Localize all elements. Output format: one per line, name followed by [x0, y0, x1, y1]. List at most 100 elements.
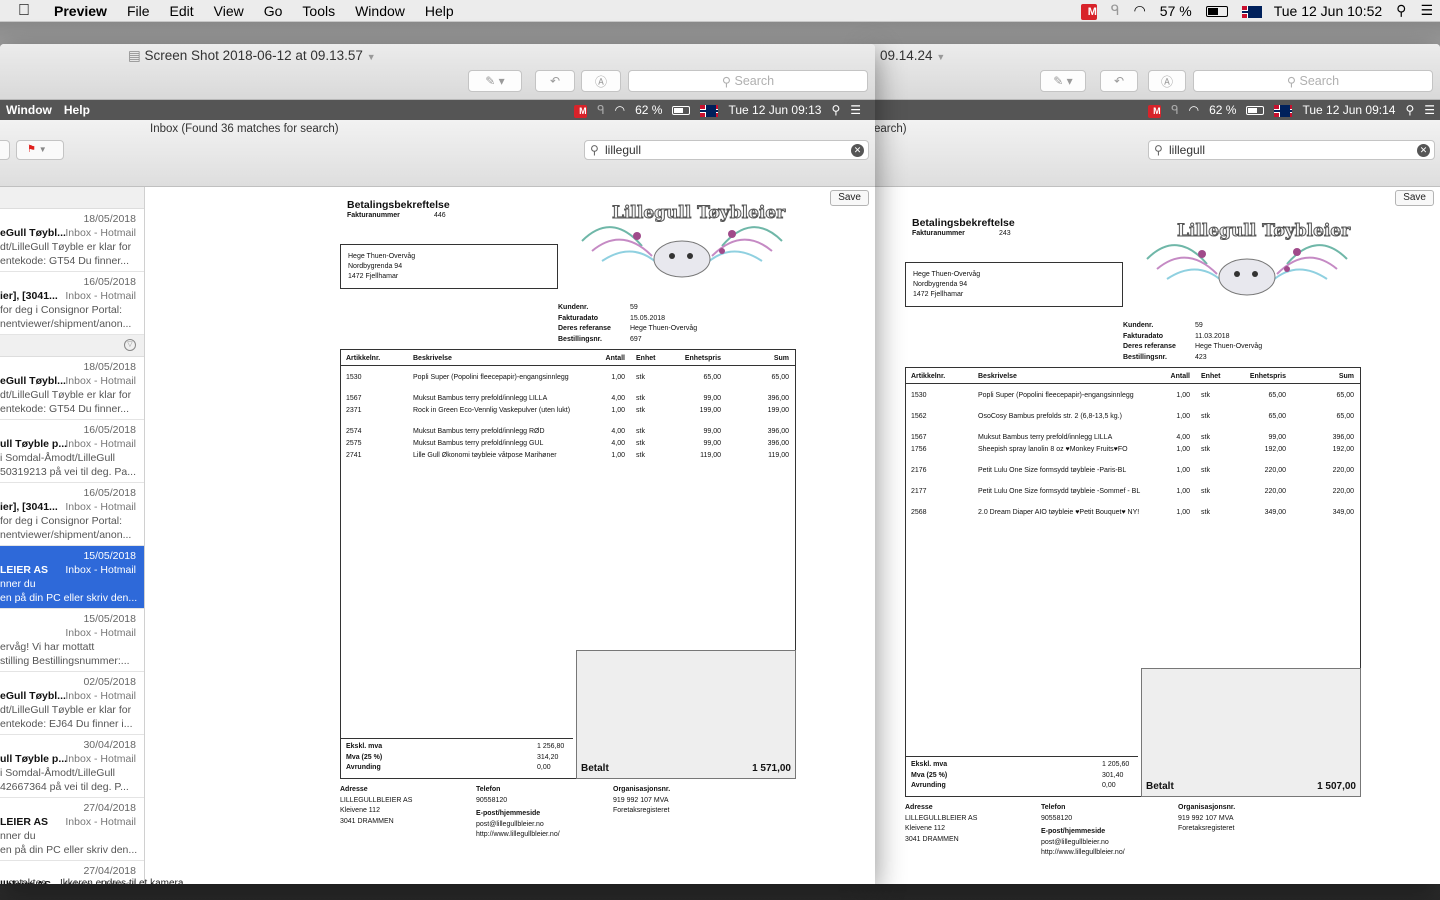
table-cell: 2176 [911, 467, 927, 474]
flag-button: ⚑ ▼ [16, 140, 64, 160]
table-cell: 1,00 [611, 374, 625, 381]
markup-button[interactable]: ✎ ▾ [1040, 70, 1086, 92]
inner-notification-icon: ☰ [1424, 103, 1435, 117]
table-row: 2177 Petit Lulu One Size formsydd tøyblei… [906, 488, 1360, 508]
message-preview-line: for deg i Consignor Portal: [0, 304, 122, 316]
menubar:  Preview File Edit View Go Tools Window… [0, 0, 1440, 22]
mail-list-item: 15/05/2018 Inbox - Hotmail ervåg! Vi har m… [0, 609, 144, 672]
inner-mail-toolbar: Inbox (Found 36 matches for search) ⚑ ▼ … [0, 120, 875, 187]
clock[interactable]: Tue 12 Jun 10:52 [1267, 3, 1389, 19]
message-preview-line: nentviewer/shipment/anon... [0, 529, 132, 541]
inner-flag-icon [695, 103, 723, 117]
inner-mcafee-icon: M [569, 103, 592, 118]
message-date: 16/05/2018 [83, 276, 136, 288]
message-preview-line: i Somdal-Åmodt/LilleGull [0, 767, 115, 779]
inner-battery-icon [1241, 103, 1269, 117]
search-field[interactable]: ⚲ Search [1193, 70, 1433, 92]
markup-circle-icon: Ⓐ [594, 74, 607, 89]
annotate-button[interactable]: Ⓐ [581, 70, 621, 92]
message-date: 27/04/2018 [83, 865, 136, 877]
menu-view[interactable]: View [204, 0, 254, 22]
footer-text: Telefon [476, 786, 501, 793]
table-cell: Lille Gull Økonomi tøybleie våtpose Mari… [413, 452, 557, 459]
message-sender: ull Tøyble p... [0, 438, 68, 450]
table-cell: 4,00 [611, 395, 625, 402]
table-cell: 4,00 [1176, 434, 1190, 441]
spotlight-icon[interactable]: ⚲ [1389, 2, 1413, 19]
rotate-button[interactable]: ↶ [535, 70, 575, 92]
inner-mail-toolbar: earch) ⚲ lillegull ✕ [870, 120, 1440, 187]
battery-icon[interactable] [1199, 3, 1235, 19]
menu-window[interactable]: Window [345, 0, 415, 22]
footer-text: http://www.lillegullbleier.no/ [1041, 849, 1125, 856]
titlebar: 09.14.24 ▼ ✎ ▾ ↶ Ⓐ ⚲ Search [870, 44, 1440, 100]
paid-amount: 1 571,00 [752, 763, 791, 774]
apple-icon[interactable]:  [0, 0, 44, 22]
window-title[interactable]: 09.14.24 ▼ [880, 48, 945, 63]
inner-clock: Tue 12 Jun 09:13 [728, 103, 822, 117]
meta-value: 697 [630, 335, 642, 343]
wifi-icon[interactable]: ◠ [1127, 2, 1153, 19]
preview-window-right[interactable]: 09.14.24 ▼ ✎ ▾ ↶ Ⓐ ⚲ Search M ᑫ ◠ 62 % T… [870, 44, 1440, 884]
message-mailbox: Inbox - Hotmail [65, 753, 136, 765]
table-cell: stk [636, 374, 645, 381]
mail-list-item: 15/05/2018 LEIER AS Inbox - Hotmail nner du… [0, 546, 144, 609]
column-header: Beskrivelse [413, 355, 452, 362]
table-cell: Rock in Green Eco-Vennlig Vaskepulver (u… [413, 407, 571, 414]
menu-edit[interactable]: Edit [160, 0, 204, 22]
document-content: M ᑫ ◠ 62 % Tue 12 Jun 09:14 ⚲ ☰ earch) ⚲… [870, 100, 1440, 884]
table-cell: 99,00 [1268, 434, 1286, 441]
message-preview-line: nner du [0, 830, 36, 842]
window-title[interactable]: ▤ Screen Shot 2018-06-12 at 09.13.57 ▼ [128, 48, 376, 64]
markup-circle-icon: Ⓐ [1160, 74, 1173, 89]
footer-text: Kleivene 112 [905, 825, 945, 832]
inner-bluetooth-icon: ᑫ [1171, 103, 1179, 117]
table-cell: stk [1201, 446, 1210, 453]
search-field[interactable]: ⚲ Search [628, 70, 868, 92]
table-cell: 349,00 [1264, 509, 1286, 516]
markup-button[interactable]: ✎ ▾ [468, 70, 522, 92]
table-cell: stk [636, 407, 645, 414]
message-mailbox: Inbox - Hotmail [65, 627, 136, 639]
menu-go[interactable]: Go [254, 0, 293, 22]
menu-app-preview[interactable]: Preview [44, 0, 117, 22]
mcafee-icon[interactable]: M [1074, 2, 1104, 20]
mail-search-value: lillegull [605, 143, 642, 157]
battery-percent[interactable]: 57 % [1153, 3, 1199, 19]
mail-list-item: 16/05/2018 ull Tøyble p... Inbox - Hotmail… [0, 420, 144, 483]
table-cell: 2.0 Dream Diaper AIO tøybleie ♥Petit Bou… [978, 509, 1140, 516]
inner-spotlight-icon: ⚲ [831, 103, 841, 117]
mail-list-item: 30/04/2018 ull Tøyble p... Inbox - Hotmail… [0, 735, 144, 798]
address-line: Nordbygrenda 94 [348, 263, 403, 270]
preview-window-left[interactable]: ▤ Screen Shot 2018-06-12 at 09.13.57 ▼ ✎… [0, 44, 875, 884]
meta-value: Hege Thuen-Overvåg [630, 325, 698, 332]
logo-text: Lillegull Tøybleier [1176, 221, 1351, 242]
table-cell: 65,00 [1336, 413, 1354, 420]
notification-center-icon[interactable]: ☰ [1413, 2, 1440, 19]
table-cell: Popli Super (Popolini fleecepapir)-engan… [978, 392, 1134, 399]
table-cell: Popli Super (Popolini fleecepapir)-engan… [413, 374, 569, 381]
annotate-button[interactable]: Ⓐ [1148, 70, 1186, 92]
menu-file[interactable]: File [117, 0, 160, 22]
menu-tools[interactable]: Tools [292, 0, 345, 22]
table-cell: 2574 [346, 428, 362, 435]
table-cell: stk [636, 452, 645, 459]
table-cell: 199,00 [767, 407, 789, 414]
paid-amount: 1 507,00 [1317, 781, 1356, 792]
invoice-number-label: Fakturanummer [912, 230, 965, 237]
totals-divider [341, 738, 573, 739]
footer-text: LILLEGULLBLEIER AS [905, 814, 978, 822]
bluetooth-icon[interactable]: ᑫ [1104, 2, 1127, 19]
mail-list-item: 18/05/2018 eGull Tøybl... Inbox - Hotmail d… [0, 209, 144, 272]
menu-help[interactable]: Help [415, 0, 464, 22]
meta-value: 15.05.2018 [630, 314, 666, 322]
message-date: 16/05/2018 [83, 424, 136, 436]
table-cell: OsoCosy Bambus prefolds str. 2 (6,8-13,5… [978, 413, 1122, 420]
column-header: Artikkelnr. [346, 355, 381, 362]
input-flag-icon[interactable] [1235, 3, 1267, 19]
inner-battery-percent: 62 % [635, 103, 663, 117]
footer-text: Organisasjonsnr. [613, 786, 671, 793]
message-preview-line: dt/LilleGull Tøyble er klar for [0, 704, 132, 716]
rotate-button[interactable]: ↶ [1100, 70, 1138, 92]
table-cell: 192,00 [1264, 446, 1286, 453]
